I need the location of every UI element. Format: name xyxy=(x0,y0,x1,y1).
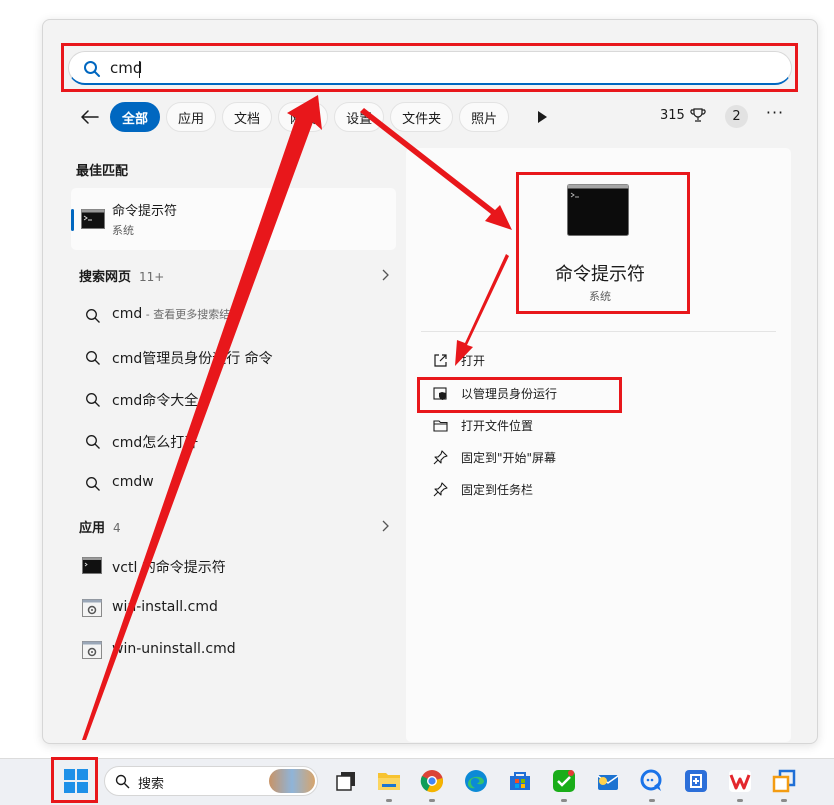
web-result-text: cmd命令大全 xyxy=(112,393,199,409)
tool-icon[interactable] xyxy=(683,768,709,794)
filter-chip-settings[interactable]: 设置 xyxy=(334,102,385,132)
running-indicator xyxy=(429,799,435,802)
search-icon xyxy=(86,393,100,407)
back-button[interactable] xyxy=(70,102,110,132)
arrow-left-icon xyxy=(81,110,99,124)
file-explorer-icon[interactable] xyxy=(376,768,402,794)
web-result-item[interactable]: cmd命令大全 xyxy=(71,380,396,418)
action-pin-to-taskbar[interactable]: 固定到任务栏 xyxy=(424,475,764,503)
action-label: 固定到"开始"屏幕 xyxy=(461,451,557,465)
action-open-file-location[interactable]: 打开文件位置 xyxy=(424,411,764,439)
rewards-points[interactable]: 315 xyxy=(660,107,706,123)
web-result-text: cmdw xyxy=(112,474,154,490)
points-value: 315 xyxy=(660,107,685,123)
best-match-sub: 系统 xyxy=(112,224,134,237)
console-icon xyxy=(82,557,102,574)
annotation-box-result xyxy=(516,172,690,314)
web-search-title[interactable]: 搜索网页 11+ xyxy=(79,266,164,285)
app-result-item[interactable]: win-uninstall.cmd xyxy=(71,631,396,669)
play-more-icon[interactable] xyxy=(536,110,548,124)
folder-icon xyxy=(433,420,448,432)
search-highlight-image xyxy=(269,769,315,793)
filter-chip-web[interactable]: 网页 xyxy=(278,102,329,132)
edge-icon[interactable] xyxy=(463,768,489,794)
wps-icon[interactable] xyxy=(727,768,753,794)
filter-chip-all[interactable]: 全部 xyxy=(110,102,161,132)
apps-label: 应用 xyxy=(79,521,106,536)
app-result-item[interactable]: vctl 的命令提示符 xyxy=(71,547,396,585)
app-result-item[interactable]: win-install.cmd xyxy=(71,589,396,627)
command-prompt-icon xyxy=(81,209,105,229)
apps-count: 4 xyxy=(113,521,121,535)
action-label: 打开文件位置 xyxy=(461,419,534,433)
action-label: 打开 xyxy=(461,354,486,368)
filter-chip-documents[interactable]: 文档 xyxy=(222,102,273,132)
running-indicator xyxy=(781,799,787,802)
selection-indicator xyxy=(71,209,74,231)
best-match-title: 最佳匹配 xyxy=(76,164,129,179)
annotation-box-search xyxy=(61,43,798,92)
trophy-icon xyxy=(690,108,706,122)
cmd-file-icon xyxy=(82,599,102,617)
search-icon xyxy=(86,477,100,491)
text-caret xyxy=(139,61,140,78)
web-result-text: cmd xyxy=(112,306,143,322)
cmd-file-icon xyxy=(82,641,102,659)
apps-section-title[interactable]: 应用 4 xyxy=(79,517,121,536)
search-icon xyxy=(115,774,130,789)
wechat-icon[interactable] xyxy=(551,768,577,794)
web-result-item[interactable]: cmd - 查看更多搜索结果 xyxy=(71,296,396,334)
best-match-item[interactable]: 命令提示符 系统 xyxy=(71,188,396,250)
search-icon xyxy=(86,351,100,365)
app-result-text: vctl 的命令提示符 xyxy=(112,560,226,576)
chrome-icon[interactable] xyxy=(419,768,445,794)
running-indicator xyxy=(386,799,392,802)
store-icon[interactable] xyxy=(507,768,533,794)
app-result-text: win-install.cmd xyxy=(112,599,218,615)
web-result-sub: - 查看更多搜索结果 xyxy=(142,308,242,321)
account-badge[interactable]: 2 xyxy=(725,105,748,128)
chat-icon[interactable] xyxy=(639,768,665,794)
more-options-icon[interactable]: ··· xyxy=(764,104,786,126)
filter-bar: 全部 应用 文档 网页 设置 文件夹 照片 xyxy=(70,101,515,133)
annotation-box-admin xyxy=(417,377,622,413)
taskbar-search-label: 搜索 xyxy=(138,777,165,792)
annotation-box-start xyxy=(51,757,98,803)
web-search-label: 搜索网页 xyxy=(79,270,132,285)
mail-icon[interactable] xyxy=(595,768,621,794)
action-pin-to-start[interactable]: 固定到"开始"屏幕 xyxy=(424,443,764,471)
filter-chip-folders[interactable]: 文件夹 xyxy=(390,102,454,132)
chevron-right-icon[interactable] xyxy=(380,269,390,281)
web-search-count: 11+ xyxy=(139,270,165,284)
search-icon xyxy=(86,435,100,449)
action-label: 固定到任务栏 xyxy=(461,483,534,497)
running-indicator xyxy=(649,799,655,802)
web-result-item[interactable]: cmdw xyxy=(71,464,396,502)
pin-icon xyxy=(433,450,448,465)
web-result-text: cmd怎么打开 xyxy=(112,435,199,451)
web-result-item[interactable]: cmd管理员身份运行 命令 xyxy=(71,338,396,376)
taskbar-search[interactable]: 搜索 xyxy=(104,766,318,796)
web-result-text: cmd管理员身份运行 命令 xyxy=(112,351,273,367)
open-external-icon xyxy=(434,354,447,367)
best-match-name: 命令提示符 xyxy=(112,204,178,219)
web-result-item[interactable]: cmd怎么打开 xyxy=(71,422,396,460)
vm-icon[interactable] xyxy=(771,768,797,794)
filter-chip-photos[interactable]: 照片 xyxy=(459,102,510,132)
app-result-text: win-uninstall.cmd xyxy=(112,641,236,657)
action-open[interactable]: 打开 xyxy=(424,346,764,374)
task-view-icon[interactable] xyxy=(333,768,359,794)
filter-chip-apps[interactable]: 应用 xyxy=(166,102,217,132)
running-indicator xyxy=(737,799,743,802)
screen: 全部 应用 文档 网页 设置 文件夹 照片 315 2 ··· 最佳匹配 命令提… xyxy=(0,0,834,805)
divider xyxy=(421,331,776,332)
search-icon xyxy=(86,309,100,323)
chevron-right-icon[interactable] xyxy=(380,520,390,532)
running-indicator xyxy=(561,799,567,802)
pin-icon xyxy=(433,482,448,497)
